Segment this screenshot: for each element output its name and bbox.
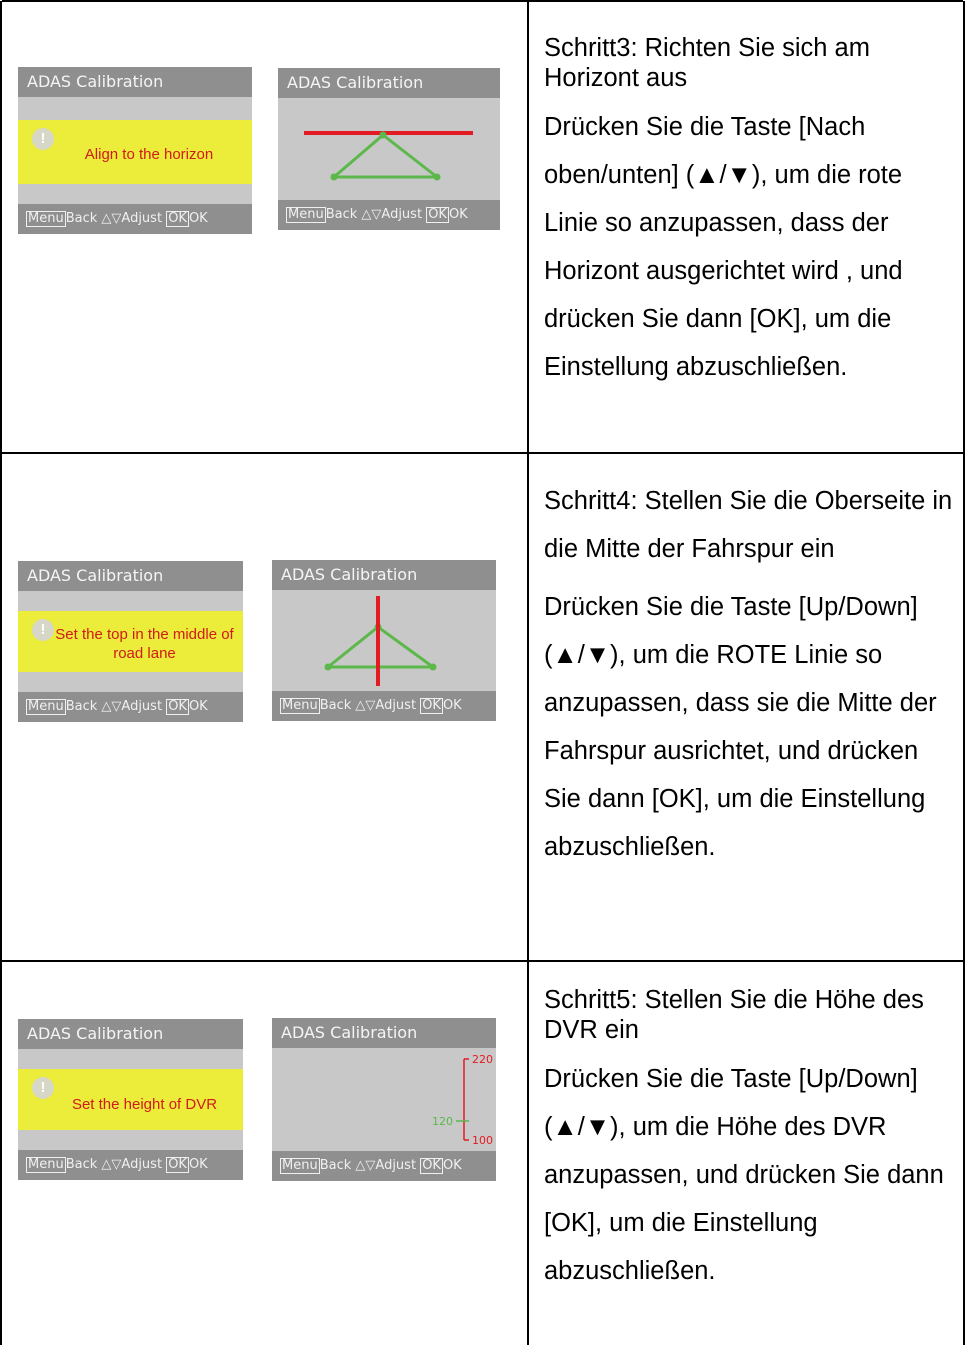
step-body: Drücken Sie die Taste [Up/Down] (▲/▼), u… xyxy=(544,593,937,861)
step-4-text: Schritt4: Stellen Sie die Oberseite in d… xyxy=(544,477,954,871)
green-triangle-sides xyxy=(327,625,434,669)
step-body: Drücken Sie die Taste [Up/Down] (▲/▼), u… xyxy=(544,1065,944,1285)
message-text: Align to the horizon xyxy=(84,146,214,163)
step-title: Schritt3: Richten Sie sich am Horizont a… xyxy=(544,34,870,92)
step-title: Schritt5: Stellen Sie die Höhe des DVR e… xyxy=(544,986,924,1044)
message-text: Set the height of DVR xyxy=(71,1096,218,1113)
screen-header: ADAS Calibration xyxy=(18,1019,243,1049)
message-banner: ! Set the top in the middle of road lane xyxy=(18,611,243,672)
row-divider xyxy=(2,452,963,454)
message-banner: ! Align to the horizon xyxy=(18,120,252,184)
screen-footer: Menu Back △▽Adjust OK OK xyxy=(272,691,496,721)
row-divider xyxy=(2,960,963,962)
step-3-text: Schritt3: Richten Sie sich am Horizont a… xyxy=(544,33,954,391)
scale-min-label: 100 xyxy=(472,1134,493,1147)
screen-footer: Menu Back △▽Adjust OK OK xyxy=(278,200,500,230)
message-text: Set the top in the middle of road lane xyxy=(55,626,234,662)
adjust-screen-horizon: ADAS Calibration Menu Back △▽Adjust OK OK xyxy=(278,68,500,230)
screen-header: ADAS Calibration xyxy=(278,68,500,98)
screen-footer: Menu Back △▽Adjust OK OK xyxy=(18,1150,243,1180)
step-title: Schritt4: Stellen Sie die Oberseite in d… xyxy=(544,487,953,563)
screen-header: ADAS Calibration xyxy=(272,1018,496,1048)
screen-footer: Menu Back △▽Adjust OK OK xyxy=(18,692,243,722)
warning-icon: ! xyxy=(32,1077,54,1099)
screen-footer: Menu Back △▽Adjust OK OK xyxy=(272,1151,496,1181)
green-triangle-sides xyxy=(333,133,438,179)
warning-icon: ! xyxy=(32,619,54,641)
adjust-screen-lane: ADAS Calibration Menu Back △▽Adjust OK OK xyxy=(272,560,496,721)
scale-max-label: 220 xyxy=(472,1053,493,1066)
screen-header: ADAS Calibration xyxy=(18,561,243,591)
scale-value-label: 120 xyxy=(432,1115,453,1128)
screen-header: ADAS Calibration xyxy=(18,67,252,97)
height-scale: 220 120 100 xyxy=(432,1053,493,1147)
table-border-left xyxy=(0,1,2,1345)
prompt-screen-horizon: ADAS Calibration ! Align to the horizon … xyxy=(18,67,252,234)
prompt-screen-height: ADAS Calibration ! Set the height of DVR… xyxy=(18,1019,243,1180)
lane-diagram xyxy=(324,596,437,686)
table-border-top xyxy=(2,0,963,2)
screen-header: ADAS Calibration xyxy=(272,560,496,590)
screen-footer: Menu Back △▽Adjust OK OK xyxy=(18,204,252,234)
prompt-screen-lane: ADAS Calibration ! Set the top in the mi… xyxy=(18,561,243,722)
step-body: Drücken Sie die Taste [Nach oben/unten] … xyxy=(544,113,903,381)
warning-icon: ! xyxy=(32,128,54,150)
adjust-screen-height: ADAS Calibration 220 120 100 Menu Back △▽… xyxy=(272,1018,496,1181)
message-banner: ! Set the height of DVR xyxy=(18,1069,243,1130)
column-divider xyxy=(527,1,529,1345)
step-5-text: Schritt5: Stellen Sie die Höhe des DVR e… xyxy=(544,985,954,1295)
horizon-diagram xyxy=(304,131,473,181)
